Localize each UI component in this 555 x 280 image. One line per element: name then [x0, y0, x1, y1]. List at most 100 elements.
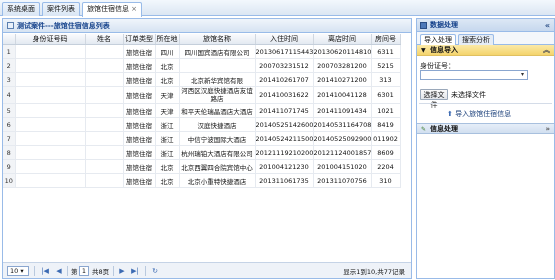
divider: [67, 266, 68, 276]
checkout-cell: 201410271200: [313, 72, 372, 87]
type-cell: 旅馆住宿: [123, 117, 156, 132]
tab-search-analysis[interactable]: 搜索分析: [458, 34, 494, 45]
name-cell: [85, 72, 124, 87]
import-section-header[interactable]: ▼ 信息导入 ︽: [417, 45, 554, 56]
table-row[interactable]: 3 旅馆住宿 北京 北京新华宾馆有限 201410261707 20141027…: [3, 72, 401, 87]
tab-hotel-info[interactable]: 旅馆住宿信息 ×: [82, 2, 142, 17]
row-number: 1: [3, 44, 16, 59]
type-cell: 旅馆住宿: [123, 72, 156, 87]
id-number-cell: [15, 145, 86, 160]
row-number: 6: [3, 117, 16, 132]
table-row[interactable]: 2 旅馆住宿 北京 200703231512 200703281200 5215: [3, 58, 401, 73]
close-icon[interactable]: ×: [131, 5, 137, 13]
hotel-cell: 河西区汉庭快捷酒店友谊路店: [179, 86, 256, 104]
import-link-label: 导入旅馆住宿信息: [455, 110, 512, 118]
top-tab-bar: 系统桌面 案件列表 旅馆住宿信息 ×: [0, 0, 555, 17]
id-number-cell: [15, 58, 86, 73]
right-panel-header: 数据处理 «: [417, 19, 554, 32]
checkin-cell: 20121119210200: [255, 145, 314, 160]
process-section-header[interactable]: ✎ 信息处理 »: [417, 123, 554, 134]
row-number: 2: [3, 58, 16, 73]
right-panel-title: 数据处理: [430, 21, 458, 29]
data-processing-panel: 数据处理 « 导入处理 搜索分析 ▼ 信息导入 ︽ 身份证号： ▾ 选择文件 未…: [416, 18, 555, 279]
divider: [113, 266, 114, 276]
pagination-bar: 10 ▾ |◀ ◀ 第 1 共8页 ▶ ▶| ↻ 显示1到10,共77记录: [3, 262, 411, 278]
table-header-row: 身份证号码 姓名 订单类型 所在地 旅馆名称 入住时间 离店时间 房间号: [3, 34, 401, 45]
table-row[interactable]: 10 旅馆住宿 北京 北京小重特快捷酒店 201311061735 201311…: [3, 173, 401, 188]
id-number-cell: [15, 86, 86, 104]
tab-label: 系统桌面: [7, 5, 35, 13]
column-header[interactable]: 订单类型: [123, 34, 156, 45]
collapse-icon[interactable]: «: [545, 19, 550, 32]
type-cell: 旅馆住宿: [123, 58, 156, 73]
table-row[interactable]: 6 旅馆住宿 浙江 汉庭快捷酒店 20140525142600 20140531…: [3, 117, 401, 132]
name-cell: [85, 145, 124, 160]
room-cell: 5215: [371, 58, 401, 73]
checkout-cell: 20140525092900: [313, 131, 372, 146]
id-number-select[interactable]: ▾: [420, 70, 528, 80]
table-row[interactable]: 1 旅馆住宿 四川 四川国宾酒店有限公司 20130617115443 2013…: [3, 44, 401, 59]
location-cell: 浙江: [155, 131, 180, 146]
page-size-select[interactable]: 10 ▾: [7, 266, 29, 276]
row-number: 9: [3, 159, 16, 174]
prev-page-icon[interactable]: ◀: [55, 266, 63, 276]
choose-file-button[interactable]: 选择文件: [420, 89, 448, 109]
column-header[interactable]: 离店时间: [313, 34, 372, 45]
type-cell: 旅馆住宿: [123, 44, 156, 59]
tab-label: 案件列表: [47, 5, 75, 13]
table-row[interactable]: 4 旅馆住宿 天津 河西区汉庭快捷酒店友谊路店 201410031622 201…: [3, 86, 401, 104]
location-cell: 北京: [155, 58, 180, 73]
location-cell: 北京: [155, 173, 180, 188]
column-header[interactable]: 姓名: [85, 34, 124, 45]
checkin-cell: 20130617115443: [255, 44, 314, 59]
type-cell: 旅馆住宿: [123, 159, 156, 174]
table-row[interactable]: 9 旅馆住宿 北京 北京西翼四合院宾馆中心 201004121230 20100…: [3, 159, 401, 174]
page-prefix: 第: [71, 268, 78, 276]
column-header[interactable]: 入住时间: [255, 34, 314, 45]
tab-system-desktop[interactable]: 系统桌面: [2, 2, 40, 16]
page-size-value: 10: [10, 267, 19, 275]
import-hotel-link[interactable]: ⬆ 导入旅馆住宿信息: [447, 109, 511, 119]
name-cell: [85, 44, 124, 59]
divider: [145, 266, 146, 276]
location-cell: 天津: [155, 86, 180, 104]
room-cell: 310: [371, 173, 401, 188]
refresh-icon[interactable]: ↻: [151, 266, 159, 276]
tab-label: 旅馆住宿信息: [87, 5, 130, 13]
hotel-cell: 汉庭快捷酒店: [179, 117, 256, 132]
tab-case-list[interactable]: 案件列表: [42, 2, 80, 16]
column-header[interactable]: 所在地: [155, 34, 180, 45]
checkin-cell: 201311061735: [255, 173, 314, 188]
checkout-cell: 201410041128: [313, 86, 372, 104]
next-page-icon[interactable]: ▶: [118, 266, 126, 276]
checkin-cell: 20140524211500: [255, 131, 314, 146]
table-row[interactable]: 8 旅馆住宿 浙江 杭州瑞铂大酒店有限公司 20121119210200 201…: [3, 145, 401, 160]
page-number-input[interactable]: 1: [79, 266, 89, 276]
column-header[interactable]: 旅馆名称: [179, 34, 256, 45]
table-row[interactable]: 7 旅馆住宿 浙江 中信宁波国际大酒店 20140524211500 20140…: [3, 131, 401, 146]
type-cell: 旅馆住宿: [123, 131, 156, 146]
expand-icon[interactable]: »: [545, 124, 550, 135]
chevron-up-icon[interactable]: ︽: [543, 45, 550, 56]
right-subtabs: 导入处理 搜索分析: [417, 32, 554, 46]
chevron-down-icon: ▾: [520, 71, 524, 78]
table-row[interactable]: 5 旅馆住宿 天津 和平天伦瑞晶酒店大酒店 201411071745 20141…: [3, 103, 401, 118]
panel-title-text: 测试案件---旅馆住宿信息列表: [17, 22, 110, 30]
type-cell: 旅馆住宿: [123, 86, 156, 104]
location-cell: 浙江: [155, 117, 180, 132]
first-page-icon[interactable]: |◀: [41, 266, 49, 276]
column-header[interactable]: 房间号: [371, 34, 401, 45]
row-number: 10: [3, 173, 16, 188]
grid-icon: [7, 22, 14, 29]
id-number-cell: [15, 173, 86, 188]
upload-icon: ⬆: [447, 110, 453, 118]
column-header[interactable]: 身份证号码: [15, 34, 86, 45]
name-cell: [85, 86, 124, 104]
pencil-icon: ✎: [421, 126, 427, 133]
divider: [34, 266, 35, 276]
name-cell: [85, 103, 124, 118]
type-cell: 旅馆住宿: [123, 103, 156, 118]
last-page-icon[interactable]: ▶|: [131, 266, 139, 276]
row-number: 7: [3, 131, 16, 146]
location-cell: 四川: [155, 44, 180, 59]
